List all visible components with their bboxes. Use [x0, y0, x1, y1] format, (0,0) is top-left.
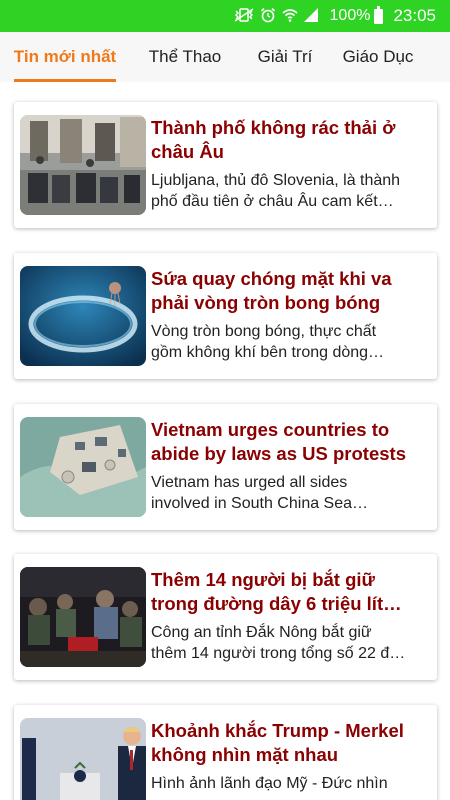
article-card[interactable]: Khoảnh khắc Trump - Merkel không nhìn mặ…: [14, 705, 437, 800]
article-thumbnail: [20, 718, 146, 800]
article-title: Sứa quay chóng mặt khi va phải vòng tròn…: [151, 268, 392, 313]
tab-latest-news[interactable]: Tin mới nhất: [0, 32, 130, 82]
article-description: Ljubljana, thủ đô Slovenia, là thành phố…: [151, 172, 401, 210]
status-icons: [234, 7, 318, 25]
article-card[interactable]: Thêm 14 người bị bắt giữ trong đường dây…: [14, 554, 437, 680]
tab-education[interactable]: Giáo Dục: [330, 32, 426, 82]
clock: 23:05: [393, 6, 436, 25]
signal-icon: [303, 8, 318, 24]
article-title: Thành phố không rác thải ở châu Âu: [151, 117, 396, 162]
tab-entertainment[interactable]: Giải Trí: [240, 32, 330, 82]
category-tabs: Tin mới nhất Thể Thao Giải Trí Giáo Dục: [0, 32, 450, 82]
news-feed[interactable]: Thành phố không rác thải ở châu Âu Ljubl…: [0, 82, 450, 800]
article-title: Khoảnh khắc Trump - Merkel không nhìn mặ…: [151, 720, 404, 765]
article-description: Hình ảnh lãnh đạo Mỹ - Đức nhìn: [151, 775, 388, 792]
tab-sports[interactable]: Thể Thao: [130, 32, 240, 82]
article-thumbnail: [20, 266, 146, 366]
article-thumbnail: [20, 567, 146, 667]
alarm-icon: [260, 7, 276, 25]
wifi-icon: [282, 8, 298, 24]
article-card[interactable]: Vietnam urges countries to abide by laws…: [14, 404, 437, 530]
status-bar: 100% 23:05: [0, 0, 450, 32]
article-title: Thêm 14 người bị bắt giữ trong đường dây…: [151, 569, 384, 614]
article-description: Vietnam has urged all sides involved in …: [151, 474, 353, 512]
battery-percent: 100%: [329, 7, 371, 24]
article-card[interactable]: Sứa quay chóng mặt khi va phải vòng tròn…: [14, 253, 437, 379]
article-thumbnail: [20, 115, 146, 215]
article-title: Vietnam urges countries to abide by laws…: [151, 419, 406, 464]
battery-icon: [374, 5, 384, 24]
article-description: Vòng tròn bong bóng, thực chất gồm không…: [151, 323, 377, 361]
vibrate-icon: [234, 8, 254, 24]
article-card[interactable]: Thành phố không rác thải ở châu Âu Ljubl…: [14, 102, 437, 228]
article-thumbnail: [20, 417, 146, 517]
article-description: Công an tỉnh Đắk Nông bắt giữ thêm 14 ng…: [151, 624, 402, 662]
